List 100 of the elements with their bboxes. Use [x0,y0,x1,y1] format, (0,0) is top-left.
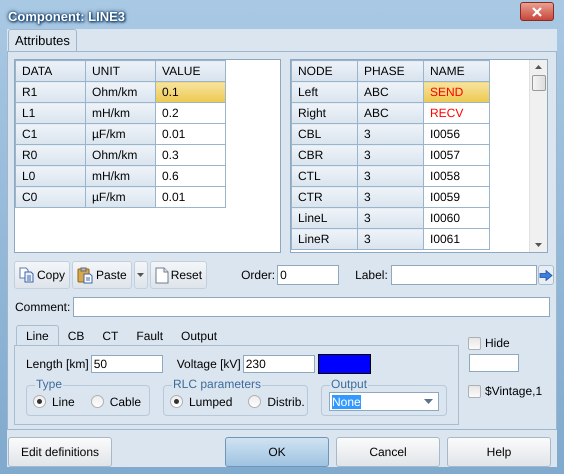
table-cell[interactable]: RECV [424,102,490,124]
table-cell: C0 [16,186,86,208]
right-arrow-icon [538,270,553,280]
column-header[interactable]: PHASE [358,60,424,82]
cell-text: I0056 [430,127,460,141]
radio-button[interactable] [90,395,104,408]
table-cell: Right [292,102,358,124]
value-cell[interactable]: 0.3 [156,144,226,166]
table-cell: C1 [16,124,86,144]
table-cell: ABC [358,102,424,124]
section-tab[interactable]: CT [93,327,128,345]
column-header[interactable]: NAME [424,60,490,82]
cell-text: I0061 [430,232,460,246]
table-cell: 3 [358,228,424,250]
table-cell: 3 [358,186,424,208]
table-cell: mH/km [86,102,156,124]
radio-label: Line [52,394,75,410]
radio-button[interactable] [170,395,183,408]
value-cell[interactable]: 0.01 [156,124,226,144]
table-cell: LineR [292,228,358,250]
section-tab[interactable]: Fault [127,327,172,345]
table-cell[interactable]: I0059 [424,186,490,208]
copy-button[interactable]: Copy [14,261,70,289]
column-header[interactable]: UNIT [86,60,156,82]
column-header[interactable]: VALUE [156,60,226,82]
cell-text: I0057 [430,148,460,162]
caret-icon [137,273,144,277]
table-cell: L0 [16,166,86,186]
label-field[interactable] [390,265,537,285]
table-cell: R0 [16,144,86,166]
label-label: Label: [355,267,388,284]
table-cell: 3 [358,208,424,228]
table-cell[interactable]: I0057 [424,144,490,166]
cell-text: RECV [430,106,464,120]
caret-icon [424,399,433,404]
value-cell[interactable]: 0.01 [156,186,226,208]
value-cell[interactable]: 0.6 [156,166,226,186]
radio-label: Distrib. [267,394,305,410]
length-field[interactable]: 50 [90,355,163,373]
value-cell[interactable]: 0.2 [156,102,226,124]
table-cell: L1 [16,102,86,124]
hide-label: Hide [485,335,510,352]
radio-button[interactable] [248,395,262,408]
section-tab[interactable]: CB [58,327,94,345]
attributes-tab[interactable]: Attributes [8,29,77,51]
dialog-button[interactable]: Help [447,437,551,467]
table-cell[interactable]: I0060 [424,208,490,228]
table-cell: 3 [358,166,424,186]
comment-label: Comment: [15,299,70,316]
radio-button[interactable] [33,395,46,408]
reset-button[interactable]: Reset [150,261,208,289]
order-label: Order: [241,267,276,284]
dialog-button[interactable]: Edit definitions [8,437,112,467]
comment-field[interactable] [73,297,550,317]
value-cell[interactable]: 0.1 [156,82,226,102]
go-button[interactable] [538,265,554,285]
window-title: Component: LINE3 [8,8,125,26]
scroll-up-icon[interactable] [535,65,542,69]
close-button[interactable] [520,2,554,21]
cell-text: I0058 [430,169,460,183]
voltage-label: Voltage [kV] [176,356,241,373]
table-cell[interactable]: I0058 [424,166,490,186]
hide-checkbox[interactable] [468,336,481,350]
scrollbar[interactable] [529,60,547,252]
table-cell: CBL [292,124,358,144]
vintage-label: $Vintage,1 [485,383,542,400]
clipboard-icon [77,266,94,284]
hide-field[interactable] [469,354,519,372]
table-cell[interactable]: I0056 [424,124,490,144]
table-cell: CBR [292,144,358,166]
dropdown-button[interactable] [134,261,148,289]
table-cell: 3 [358,124,424,144]
table-cell: CTL [292,166,358,186]
dialog-button[interactable]: Cancel [336,437,440,467]
table-cell[interactable]: I0061 [424,228,490,250]
table-cell: CTR [292,186,358,208]
table-cell: Left [292,82,358,102]
table-cell: Ohm/km [86,144,156,166]
close-icon [532,6,542,16]
scroll-down-icon[interactable] [535,243,542,247]
color-swatch[interactable] [318,354,371,374]
order-field[interactable]: 0 [277,265,340,285]
section-tab[interactable]: Line [16,325,59,345]
table-cell: µF/km [86,124,156,144]
group-title: RLC parameters [172,377,262,391]
group-title: Type [35,377,64,391]
section-tab[interactable]: Output [172,327,226,345]
dialog-button[interactable]: OK [225,437,329,467]
vintage-checkbox[interactable] [468,384,481,398]
table-cell: R1 [16,82,86,102]
column-header[interactable]: DATA [16,60,86,82]
table-cell: 3 [358,144,424,166]
paste-button[interactable]: Paste [72,261,132,289]
column-header[interactable]: NODE [292,60,358,82]
scroll-thumb[interactable] [532,75,546,91]
voltage-field[interactable]: 230 [242,355,315,373]
radio-label: Cable [110,394,142,410]
radio-label: Lumped [189,394,232,410]
table-cell: ABC [358,82,424,102]
cell-text: I0060 [430,211,460,225]
